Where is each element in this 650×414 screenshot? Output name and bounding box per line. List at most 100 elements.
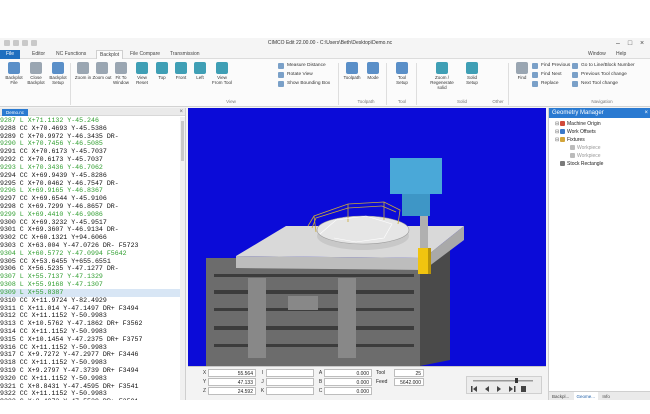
- code-line[interactable]: 9292 C X+70.6173 Y-45.7037: [0, 156, 180, 164]
- code-line[interactable]: 9295 C X+70.0462 Y-46.7547 DR-: [0, 180, 180, 188]
- code-line[interactable]: 9316 CC X+11.1152 Y-50.9983: [0, 344, 180, 352]
- close-backplot-button[interactable]: Close Backplot: [26, 62, 46, 102]
- regenerate-solid-button[interactable]: Zoom / Regenerate solid: [428, 62, 456, 102]
- view-reset-button[interactable]: View Reset: [132, 62, 152, 102]
- geometry-tree-item[interactable]: ⊟ Fixtures: [551, 136, 649, 144]
- code-line[interactable]: 9296 L X+69.9165 Y-46.8367: [0, 187, 180, 195]
- code-line[interactable]: 9303 C X+63.004 Y-47.0726 DR- F5723: [0, 242, 180, 250]
- maximize-button[interactable]: □: [624, 39, 636, 48]
- view-front-button[interactable]: Front: [171, 62, 191, 102]
- code-line[interactable]: 9317 C X+9.7272 Y-47.2977 DR+ F3446: [0, 351, 180, 359]
- geometry-tree-item[interactable]: ⊟ Work Offsets: [551, 128, 649, 136]
- tab-file-compare[interactable]: File Compare: [130, 50, 160, 59]
- code-line[interactable]: 9289 C X+70.9972 Y-46.3435 DR-: [0, 133, 180, 141]
- code-line[interactable]: 9297 CC X+69.6544 Y-45.9106: [0, 195, 180, 203]
- geometry-manager: Geometry Manager × ⊟ Machine Origin ⊟ Work …: [548, 108, 650, 401]
- quick-access-toolbar[interactable]: [4, 40, 44, 47]
- measure-distance-button[interactable]: Measure Distance: [278, 62, 326, 70]
- view-from-tool-button[interactable]: View From Tool: [212, 62, 232, 102]
- next-tool-change-button[interactable]: Next Tool change: [572, 80, 618, 88]
- backplot-setup-button[interactable]: Backplot Setup: [48, 62, 68, 102]
- geometry-tree[interactable]: ⊟ Machine Origin ⊟ Work Offsets ⊟ Fixtures Wor…: [551, 120, 649, 168]
- zoom-out-button[interactable]: Zoom out: [92, 62, 112, 102]
- rotate-view-button[interactable]: Rotate View: [278, 71, 313, 79]
- find-next-button[interactable]: Find Next: [532, 71, 562, 79]
- code-line[interactable]: 9305 CC X+53.6455 Y+655.6551: [0, 258, 180, 266]
- code-line[interactable]: 9311 C X+11.014 Y-47.1497 DR+ F3494: [0, 305, 180, 313]
- code-line[interactable]: 9315 C X+10.1454 Y-47.2375 DR+ F3757: [0, 336, 180, 344]
- editor-close-icon[interactable]: ×: [179, 108, 183, 116]
- editor-tab-demo[interactable]: Demo.nc: [2, 109, 29, 116]
- zoom-in-button[interactable]: Zoom in: [73, 62, 93, 102]
- tool-value: 25: [394, 369, 424, 377]
- code-line[interactable]: 9312 CC X+11.1152 Y-50.9983: [0, 312, 180, 320]
- code-line[interactable]: 9298 C X+69.7299 Y-46.8657 DR-: [0, 203, 180, 211]
- code-line[interactable]: 9300 CC X+69.3232 Y-45.9517: [0, 219, 180, 227]
- geometry-tree-item[interactable]: ⊟ Machine Origin: [551, 120, 649, 128]
- code-lines[interactable]: 9287 L X+71.1132 Y-45.246 9288 CC X+70.46…: [0, 117, 180, 400]
- code-line[interactable]: 9323 C X+8.4073 Y-47.5539 DR+ F3591: [0, 398, 180, 400]
- code-line[interactable]: 9322 CC X+11.1152 Y-50.9983: [0, 390, 180, 398]
- code-line[interactable]: 9318 CC X+11.1152 Y-50.9983: [0, 359, 180, 367]
- playback-controls[interactable]: [466, 376, 542, 394]
- tab-nc-functions[interactable]: NC Functions: [56, 50, 86, 59]
- geometry-close-icon[interactable]: ×: [644, 108, 648, 118]
- backplot-file-button[interactable]: Backplot File: [4, 62, 24, 102]
- tab-backplot-panel[interactable]: Backpl...: [549, 392, 572, 401]
- code-line[interactable]: 9320 CC X+11.1152 Y-50.9983: [0, 375, 180, 383]
- geometry-item-icon: [560, 161, 565, 166]
- geometry-tree-item[interactable]: Stock Rectangle: [551, 160, 649, 168]
- code-line[interactable]: 9294 CC X+69.9439 Y-45.8286: [0, 172, 180, 180]
- code-line[interactable]: 9288 CC X+70.4693 Y-45.5386: [0, 125, 180, 133]
- help-menu[interactable]: Help: [616, 50, 626, 59]
- tab-info-panel[interactable]: Info: [599, 392, 613, 401]
- code-line[interactable]: 9299 L X+69.4410 Y-46.9086: [0, 211, 180, 219]
- code-line[interactable]: 9287 L X+71.1132 Y-45.246: [0, 117, 180, 125]
- fit-to-window-button[interactable]: Fit To Window: [111, 62, 131, 102]
- code-line[interactable]: 9314 CC X+11.1152 Y-50.9983: [0, 328, 180, 336]
- tab-backplot[interactable]: Backplot: [96, 50, 124, 59]
- show-bounding-box-button[interactable]: Show Bounding Box: [278, 80, 330, 88]
- tab-file[interactable]: File: [0, 50, 21, 59]
- regenerate-solid-icon: [436, 62, 448, 74]
- solid-setup-button[interactable]: Solid Setup: [462, 62, 482, 102]
- code-line[interactable]: 9290 L X+70.7456 Y-46.5085: [0, 140, 180, 148]
- tab-geometry-panel[interactable]: Geome...: [573, 392, 599, 401]
- code-line[interactable]: 9302 CC X+60.1321 Y+94.6066: [0, 234, 180, 242]
- code-line[interactable]: 9309 L X+55.8387: [0, 288, 180, 297]
- tool-setup-button[interactable]: Tool Setup: [392, 62, 412, 102]
- code-line[interactable]: 9313 C X+10.5762 Y-47.1862 DR+ F3562: [0, 320, 180, 328]
- find-button[interactable]: Find: [512, 62, 532, 102]
- tab-editor[interactable]: Editor: [32, 50, 45, 59]
- mode-button[interactable]: Mode: [363, 62, 383, 102]
- find-previous-button[interactable]: Find Previous: [532, 62, 570, 70]
- geometry-tree-item[interactable]: Workpiece: [551, 144, 649, 152]
- code-line[interactable]: 9307 L X+55.7137 Y-47.1329: [0, 273, 180, 281]
- minimize-button[interactable]: –: [612, 39, 624, 48]
- window-menu[interactable]: Window: [588, 50, 606, 59]
- window-title: CIMCO Edit 22.00.00 - C:\Users\Beth\Desk…: [267, 40, 393, 46]
- backplot-viewport[interactable]: [188, 108, 546, 366]
- toolpath-button[interactable]: Toolpath: [342, 62, 362, 102]
- view-left-button[interactable]: Left: [190, 62, 210, 102]
- code-line[interactable]: 9301 C X+69.3607 Y-46.9134 DR-: [0, 226, 180, 234]
- code-line[interactable]: 9293 L X+70.3436 Y-46.7062: [0, 164, 180, 172]
- previous-tool-change-button[interactable]: Previous Tool change: [572, 71, 627, 79]
- editor-scrollbar[interactable]: [180, 117, 185, 400]
- code-line[interactable]: 9291 CC X+70.6173 Y-45.7037: [0, 148, 180, 156]
- tab-transmission[interactable]: Transmission: [170, 50, 200, 59]
- code-line[interactable]: 9321 C X+8.8431 Y-47.4595 DR+ F3541: [0, 383, 180, 391]
- z-axis-label: Z: [202, 388, 207, 394]
- replace-button[interactable]: Replace: [532, 80, 559, 88]
- code-line[interactable]: 9310 CC X+11.9724 Y-82.4929: [0, 297, 180, 305]
- code-line[interactable]: 9306 C X+56.5235 Y-47.1277 DR-: [0, 265, 180, 273]
- view-top-button[interactable]: Top: [152, 62, 172, 102]
- geometry-item-label: Work Offsets: [567, 129, 596, 135]
- code-line[interactable]: 9319 C X+9.2797 Y-47.3739 DR+ F3494: [0, 367, 180, 375]
- close-button[interactable]: ×: [636, 39, 648, 48]
- nc-editor[interactable]: Demo.nc × 9287 L X+71.1132 Y-45.246 9288 …: [0, 108, 186, 400]
- code-line[interactable]: 9304 L X+60.5772 Y-47.0994 F5642: [0, 250, 180, 258]
- geometry-tree-item[interactable]: Workpiece: [551, 152, 649, 160]
- code-line[interactable]: 9308 L X+55.9168 Y-47.1307: [0, 281, 180, 289]
- goto-line-button[interactable]: Go to Line/Block Number: [572, 62, 635, 70]
